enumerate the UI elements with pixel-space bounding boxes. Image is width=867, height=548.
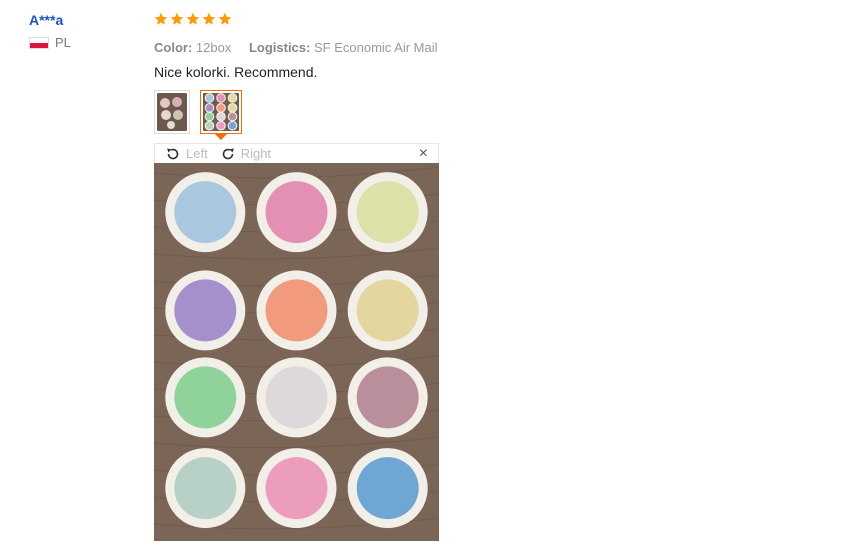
reviewer-info: A***a PL xyxy=(29,12,71,50)
image-viewer: Left Right × xyxy=(154,143,439,541)
rotate-right-button[interactable]: Right xyxy=(220,146,271,162)
pigment-powder xyxy=(356,279,419,342)
country-code: PL xyxy=(55,35,71,50)
pigment-powder xyxy=(356,366,419,429)
star-icon xyxy=(170,12,184,25)
pigment-powder xyxy=(174,279,237,342)
pigment-powder xyxy=(356,457,419,520)
pigment-powder xyxy=(174,457,237,520)
review-text: Nice kolorki. Recommend. xyxy=(154,64,318,80)
pigment-powder xyxy=(265,181,328,244)
viewer-toolbar: Left Right × xyxy=(154,143,439,163)
star-icon xyxy=(218,12,232,25)
pigment-powder xyxy=(228,94,237,102)
rotate-left-button[interactable]: Left xyxy=(165,146,208,162)
reviewer-country: PL xyxy=(29,35,71,50)
poland-flag-icon xyxy=(29,36,49,49)
reviewer-name[interactable]: A***a xyxy=(29,12,71,28)
star-icon xyxy=(154,12,168,25)
pigment-powder xyxy=(205,112,214,121)
pigment-powder xyxy=(265,279,328,342)
pigment-powder xyxy=(265,457,328,520)
pigment-powder xyxy=(228,121,237,130)
rotate-right-label: Right xyxy=(240,146,272,161)
review-thumbnails xyxy=(154,90,844,134)
review-content: Color: 12box Logistics: SF Economic Air … xyxy=(154,12,844,134)
review-meta: Color: 12box Logistics: SF Economic Air … xyxy=(154,40,844,55)
review-thumbnail-1[interactable] xyxy=(154,90,190,134)
pigment-powder xyxy=(228,104,237,112)
review-thumbnail-2[interactable] xyxy=(200,90,242,134)
pigment-powder xyxy=(217,121,225,130)
close-icon[interactable]: × xyxy=(419,145,428,162)
pigment-powder xyxy=(265,366,328,429)
pigment-powder xyxy=(228,112,237,121)
pigment-powder xyxy=(217,104,225,112)
pigment-powder xyxy=(217,94,225,102)
rotate-right-icon xyxy=(222,148,234,159)
pigment-powder xyxy=(174,366,237,429)
color-label: Color: xyxy=(154,40,193,55)
pigment-powder xyxy=(205,94,214,102)
review-photo xyxy=(154,163,439,541)
star-icon xyxy=(202,12,216,25)
star-icon xyxy=(186,12,200,25)
thumbnail-image-2 xyxy=(203,93,239,131)
star-rating xyxy=(154,12,844,30)
logistics-value: SF Economic Air Mail xyxy=(313,40,438,55)
pigment-powder xyxy=(174,181,237,244)
pigment-powder xyxy=(356,181,419,244)
logistics-label: Logistics: xyxy=(248,40,311,55)
rotate-left-label: Left xyxy=(186,146,208,161)
rotate-left-icon xyxy=(167,148,179,159)
pigment-powder xyxy=(205,104,214,112)
pigment-powder xyxy=(217,112,225,121)
pigment-powder xyxy=(205,121,214,130)
thumbnail-image-1 xyxy=(157,93,187,131)
color-value: 12box xyxy=(195,40,232,55)
